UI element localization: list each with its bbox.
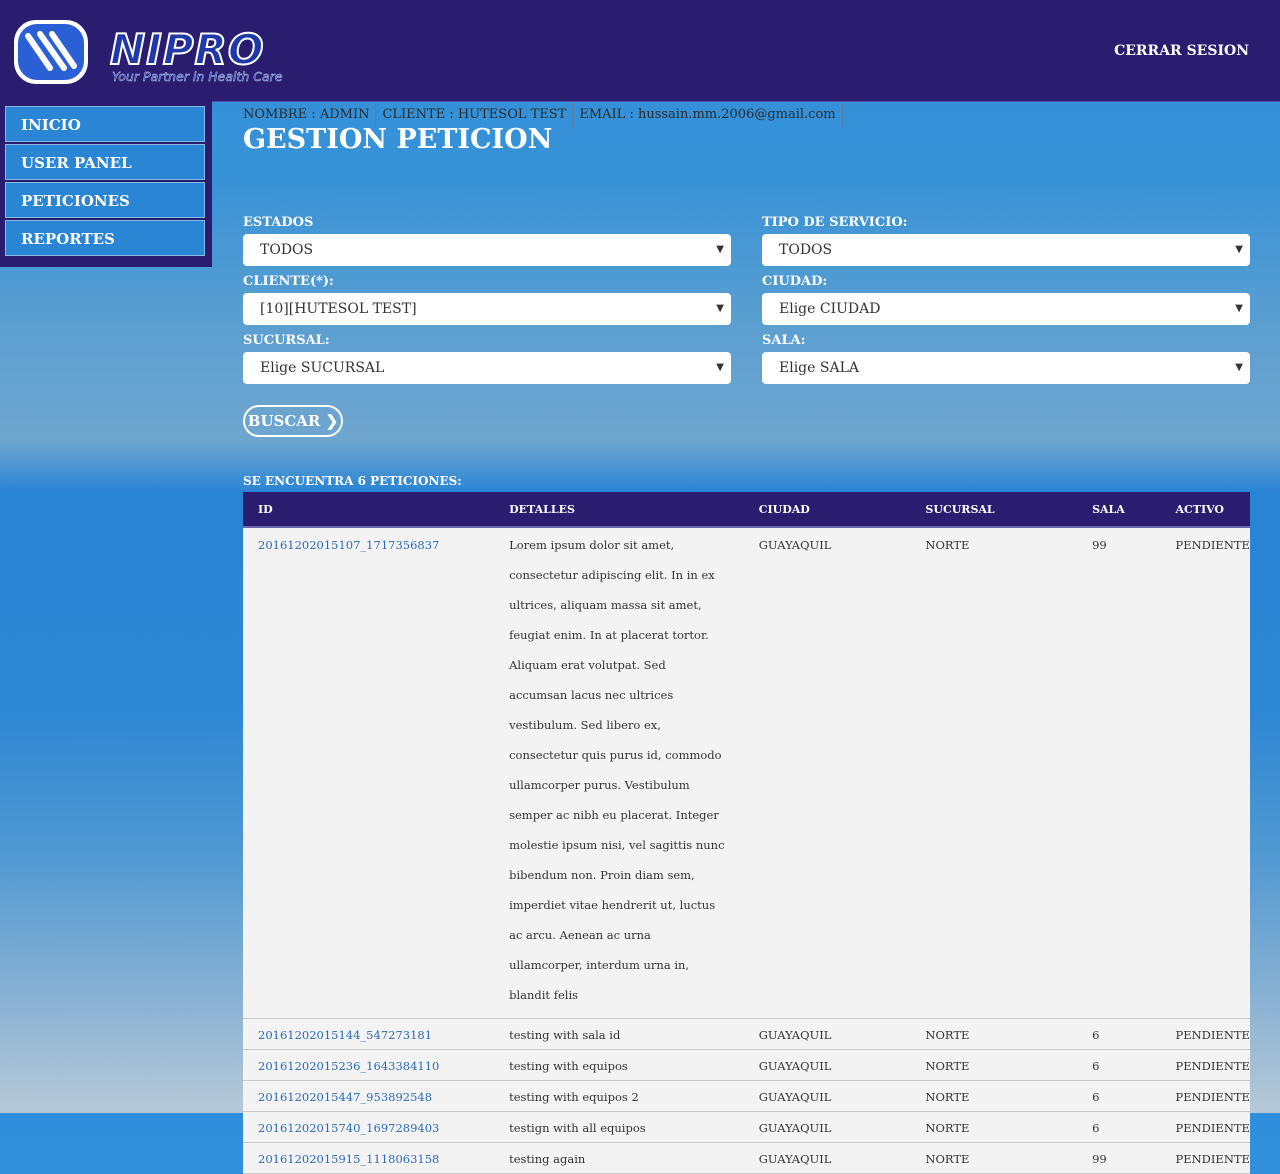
sala-select[interactable]: Elige SALA ▼: [762, 352, 1250, 384]
cell-sala: 6: [1077, 1049, 1161, 1081]
sucursal-value: Elige SUCURSAL: [260, 360, 385, 376]
brand-tagline: Your Partner in Health Care: [112, 69, 283, 84]
request-id-link[interactable]: 20161202015236_1643384110: [258, 1059, 439, 1073]
chevron-down-icon: ▼: [716, 303, 724, 314]
cell-ciudad: GUAYAQUIL: [743, 1111, 911, 1143]
cell-activo: PENDIENTE: [1160, 1049, 1250, 1081]
cliente-value: [10][HUTESOL TEST]: [260, 301, 417, 317]
cell-sucursal: NORTE: [910, 527, 1078, 1019]
cell-id: 20161202015144_547273181: [243, 1018, 495, 1050]
cell-activo: PENDIENTE: [1160, 1080, 1250, 1112]
buscar-label: BUSCAR: [247, 412, 321, 430]
cell-sucursal: NORTE: [910, 1018, 1078, 1050]
cell-sucursal: NORTE: [910, 1049, 1078, 1081]
estados-label: ESTADOS: [243, 215, 314, 230]
chevron-down-icon: ▼: [1235, 303, 1243, 314]
cell-sala: 99: [1077, 527, 1161, 1019]
cell-detalles: testing with equipos 2: [494, 1080, 744, 1112]
cell-detalles: testign with all equipos: [494, 1111, 744, 1143]
cell-activo: PENDIENTE: [1160, 1111, 1250, 1143]
request-id-link[interactable]: 20161202015144_547273181: [258, 1028, 432, 1042]
cell-ciudad: GUAYAQUIL: [743, 1049, 911, 1081]
request-id-link[interactable]: 20161202015447_953892548: [258, 1090, 432, 1104]
chevron-down-icon: ▼: [716, 244, 724, 255]
tipo-servicio-label: TIPO DE SERVICIO:: [762, 215, 908, 230]
request-id-link[interactable]: 20161202015107_1717356837: [258, 538, 439, 552]
cell-detalles: Lorem ipsum dolor sit amet, consectetur …: [494, 527, 744, 1019]
logout-link[interactable]: CERRAR SESION: [1114, 43, 1249, 59]
sidebar-item-peticiones[interactable]: PETICIONES: [5, 182, 205, 218]
column-header-ciudad: CIUDAD: [743, 492, 911, 528]
sala-label: SALA:: [762, 333, 806, 348]
column-header-sala: SALA: [1077, 492, 1161, 528]
user-email: EMAIL : hussain.mm.2006@gmail.com: [579, 103, 843, 127]
ciudad-value: Elige CIUDAD: [779, 301, 881, 317]
results-table: ID DETALLES CIUDAD SUCURSAL SALA ACTIVO …: [243, 492, 1250, 1174]
cliente-label: CLIENTE(*):: [243, 274, 334, 289]
sidebar: INICIO USER PANEL PETICIONES REPORTES: [0, 101, 212, 267]
tipo-servicio-select[interactable]: TODOS ▼: [762, 234, 1250, 266]
estados-value: TODOS: [260, 242, 314, 258]
cell-activo: PENDIENTE: [1160, 1142, 1250, 1174]
table-header-row: ID DETALLES CIUDAD SUCURSAL SALA ACTIVO: [243, 492, 1250, 528]
cell-activo: PENDIENTE: [1160, 1018, 1250, 1050]
chevron-down-icon: ▼: [1235, 362, 1243, 373]
column-header-activo: ACTIVO: [1160, 492, 1250, 528]
cell-ciudad: GUAYAQUIL: [743, 1018, 911, 1050]
cell-sala: 6: [1077, 1018, 1161, 1050]
sucursal-select[interactable]: Elige SUCURSAL ▼: [243, 352, 731, 384]
sidebar-item-reportes[interactable]: REPORTES: [5, 220, 205, 256]
cell-sala: 6: [1077, 1080, 1161, 1112]
cell-id: 20161202015107_1717356837: [243, 527, 495, 1019]
chevron-down-icon: ▼: [716, 362, 724, 373]
column-header-sucursal: SUCURSAL: [910, 492, 1078, 528]
table-row: 20161202015236_1643384110 testing with e…: [243, 1049, 1250, 1081]
cell-activo: PENDIENTE: [1160, 527, 1250, 1019]
column-header-id: ID: [243, 492, 495, 528]
brand-logo-text: NIPRO: [109, 25, 265, 74]
results-summary: SE ENCUENTRA 6 PETICIONES:: [243, 474, 462, 488]
estados-select[interactable]: TODOS ▼: [243, 234, 731, 266]
top-header: NIPRO Your Partner in Health Care CERRAR…: [0, 0, 1280, 102]
cell-ciudad: GUAYAQUIL: [743, 1142, 911, 1174]
chevron-down-icon: ▼: [1235, 244, 1243, 255]
cell-sala: 6: [1077, 1111, 1161, 1143]
cell-id: 20161202015236_1643384110: [243, 1049, 495, 1081]
cell-sucursal: NORTE: [910, 1142, 1078, 1174]
table-row: 20161202015740_1697289403 testign with a…: [243, 1111, 1250, 1143]
cell-id: 20161202015740_1697289403: [243, 1111, 495, 1143]
request-id-link[interactable]: 20161202015915_1118063158: [258, 1152, 439, 1166]
buscar-button[interactable]: BUSCAR ❯: [243, 405, 343, 437]
ciudad-label: CIUDAD:: [762, 274, 828, 289]
cliente-select[interactable]: [10][HUTESOL TEST] ▼: [243, 293, 731, 325]
table-row: 20161202015915_1118063158 testing again …: [243, 1142, 1250, 1174]
tipo-servicio-value: TODOS: [779, 242, 833, 258]
cell-ciudad: GUAYAQUIL: [743, 1080, 911, 1112]
request-id-link[interactable]: 20161202015740_1697289403: [258, 1121, 439, 1135]
cell-detalles: testing again: [494, 1142, 744, 1174]
cell-sucursal: NORTE: [910, 1111, 1078, 1143]
cell-sala: 99: [1077, 1142, 1161, 1174]
sidebar-item-user-panel[interactable]: USER PANEL: [5, 144, 205, 180]
column-header-detalles: DETALLES: [494, 492, 744, 528]
table-row: 20161202015447_953892548 testing with eq…: [243, 1080, 1250, 1112]
cell-sucursal: NORTE: [910, 1080, 1078, 1112]
cell-id: 20161202015447_953892548: [243, 1080, 495, 1112]
cell-ciudad: GUAYAQUIL: [743, 527, 911, 1019]
sucursal-label: SUCURSAL:: [243, 333, 330, 348]
sala-value: Elige SALA: [779, 360, 859, 376]
page-title: GESTION PETICION: [243, 124, 553, 155]
table-row: 20161202015144_547273181 testing with sa…: [243, 1018, 1250, 1050]
cell-detalles: testing with sala id: [494, 1018, 744, 1050]
ciudad-select[interactable]: Elige CIUDAD ▼: [762, 293, 1250, 325]
sidebar-item-inicio[interactable]: INICIO: [5, 106, 205, 142]
cell-detalles: testing with equipos: [494, 1049, 744, 1081]
cell-id: 20161202015915_1118063158: [243, 1142, 495, 1174]
table-row: 20161202015107_1717356837 Lorem ipsum do…: [243, 527, 1250, 1019]
chevron-right-icon: ❯: [325, 412, 339, 430]
